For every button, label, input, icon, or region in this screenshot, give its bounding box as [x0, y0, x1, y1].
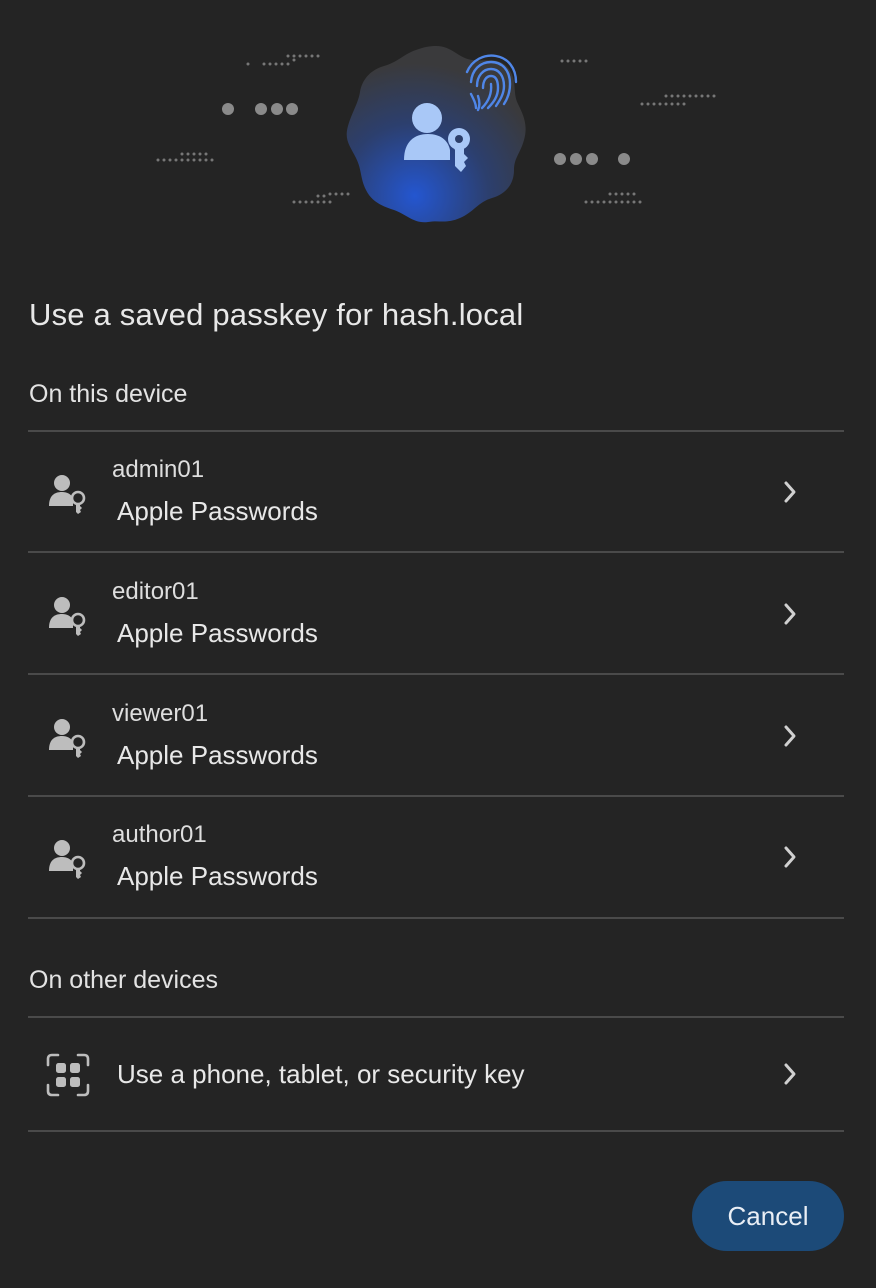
- account-username: editor01: [112, 578, 199, 605]
- account-provider: Apple Passwords: [117, 861, 318, 891]
- hero-graphic: [156, 46, 716, 223]
- chevron-right-icon: [784, 1063, 796, 1085]
- account-row-admin01[interactable]: admin01 Apple Passwords: [28, 432, 844, 552]
- use-other-device-label: Use a phone, tablet, or security key: [117, 1059, 525, 1089]
- account-row-viewer01[interactable]: viewer01 Apple Passwords: [28, 676, 844, 796]
- account-username: admin01: [112, 456, 205, 483]
- decorative-dotlines-left: [156, 54, 350, 204]
- qr-code-icon: [46, 1053, 90, 1097]
- decorative-dotlines-right: [560, 59, 716, 204]
- decorative-dots-left: [222, 103, 298, 115]
- use-other-device-row[interactable]: Use a phone, tablet, or security key: [28, 1018, 844, 1130]
- hero-illustration: [0, 0, 876, 260]
- cancel-button[interactable]: Cancel: [692, 1181, 844, 1251]
- chevron-right-icon: [784, 603, 796, 625]
- account-row-editor01[interactable]: editor01 Apple Passwords: [28, 554, 844, 674]
- person-key-icon: [49, 475, 86, 514]
- passkey-dialog: Use a saved passkey for hash.local On th…: [0, 0, 876, 1288]
- divider: [28, 551, 844, 553]
- section-label-other-devices: On other devices: [29, 966, 218, 994]
- account-provider: Apple Passwords: [117, 740, 318, 770]
- account-row-author01[interactable]: author01 Apple Passwords: [28, 797, 844, 917]
- account-provider: Apple Passwords: [117, 496, 318, 526]
- divider: [28, 673, 844, 675]
- account-provider: Apple Passwords: [117, 618, 318, 648]
- chevron-right-icon: [784, 725, 796, 747]
- person-key-icon: [49, 719, 86, 758]
- divider: [28, 917, 844, 919]
- decorative-dots-right: [554, 153, 630, 165]
- divider: [28, 1130, 844, 1132]
- account-username: author01: [112, 821, 207, 848]
- chevron-right-icon: [784, 481, 796, 503]
- section-label-this-device: On this device: [29, 380, 188, 408]
- person-key-icon: [49, 597, 86, 636]
- chevron-right-icon: [784, 846, 796, 868]
- dialog-title: Use a saved passkey for hash.local: [29, 297, 524, 332]
- person-key-icon: [49, 840, 86, 879]
- account-username: viewer01: [112, 700, 209, 727]
